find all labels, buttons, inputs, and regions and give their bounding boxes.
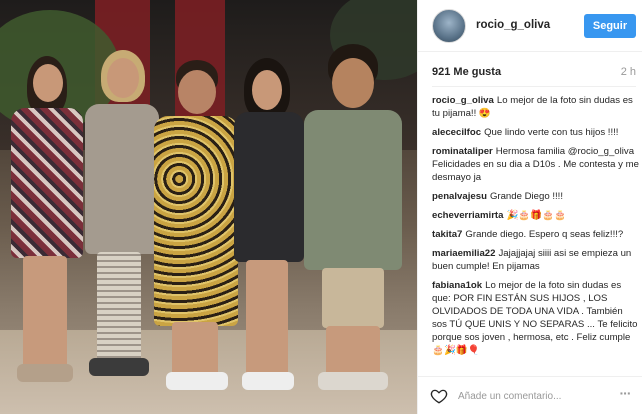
follow-button[interactable]: Seguir xyxy=(584,14,636,38)
post-stats: 921 Me gusta 2 h xyxy=(432,66,636,82)
comment: alececilfoc Que lindo verte con tus hijos… xyxy=(432,126,640,139)
post-photo[interactable] xyxy=(0,0,417,414)
comment: rocio_g_oliva Lo mejor de la foto sin dud… xyxy=(432,94,640,120)
comment-bar: ··· xyxy=(418,376,642,414)
photo-person xyxy=(75,40,160,414)
comment-user[interactable]: rominataliper xyxy=(432,146,493,157)
comment: rominataliper Hermosa familia @rocio_g_ol… xyxy=(432,145,640,184)
photo-person xyxy=(298,44,408,414)
comment-input[interactable] xyxy=(458,388,608,404)
comment: mariaemilia22 Jajajjajaj siiii asi se emp… xyxy=(432,247,640,273)
comment-user[interactable]: takita7 xyxy=(432,229,462,240)
comment-user[interactable]: rocio_g_oliva xyxy=(432,95,494,106)
comment: penalvajesu Grande Diego !!!! xyxy=(432,190,640,203)
heart-icon[interactable] xyxy=(430,387,448,405)
post-header: rocio_g_oliva Seguir xyxy=(418,0,642,52)
comment-text: Que lindo verte con tus hijos !!!! xyxy=(484,127,619,138)
more-options-icon[interactable]: ··· xyxy=(616,385,634,405)
comment-text: Lo mejor de la foto sin dudas es que: PO… xyxy=(432,280,638,356)
comment-text: Grande Diego !!!! xyxy=(489,191,563,202)
post-time[interactable]: 2 h xyxy=(621,66,636,78)
comment-user[interactable]: echeverriamirta xyxy=(432,210,503,221)
comment-user[interactable]: fabiana1ok xyxy=(432,280,482,291)
comment: takita7 Grande diego. Espero q seas feliz… xyxy=(432,228,640,241)
comments-list: rocio_g_oliva Lo mejor de la foto sin dud… xyxy=(432,94,640,370)
comment: echeverriamirta 🎉🎂🎁🎂🎂 xyxy=(432,209,640,222)
photo-person xyxy=(228,58,308,414)
comment-user[interactable]: penalvajesu xyxy=(432,191,487,202)
avatar[interactable] xyxy=(432,9,466,43)
likes-count[interactable]: 921 Me gusta xyxy=(432,66,501,78)
photo-person xyxy=(5,50,85,414)
username[interactable]: rocio_g_oliva xyxy=(476,19,550,31)
comment: fabiana1ok Lo mejor de la foto sin dudas … xyxy=(432,279,640,357)
comment-user[interactable]: alececilfoc xyxy=(432,127,481,138)
divider xyxy=(432,86,636,87)
post-sidebar: rocio_g_oliva Seguir 921 Me gusta 2 h ro… xyxy=(418,0,642,414)
photo-person xyxy=(150,60,240,414)
comment-text: Grande diego. Espero q seas feliz!!!? xyxy=(465,229,624,240)
comment-text: 🎉🎂🎁🎂🎂 xyxy=(506,210,567,221)
comment-user[interactable]: mariaemilia22 xyxy=(432,248,495,259)
